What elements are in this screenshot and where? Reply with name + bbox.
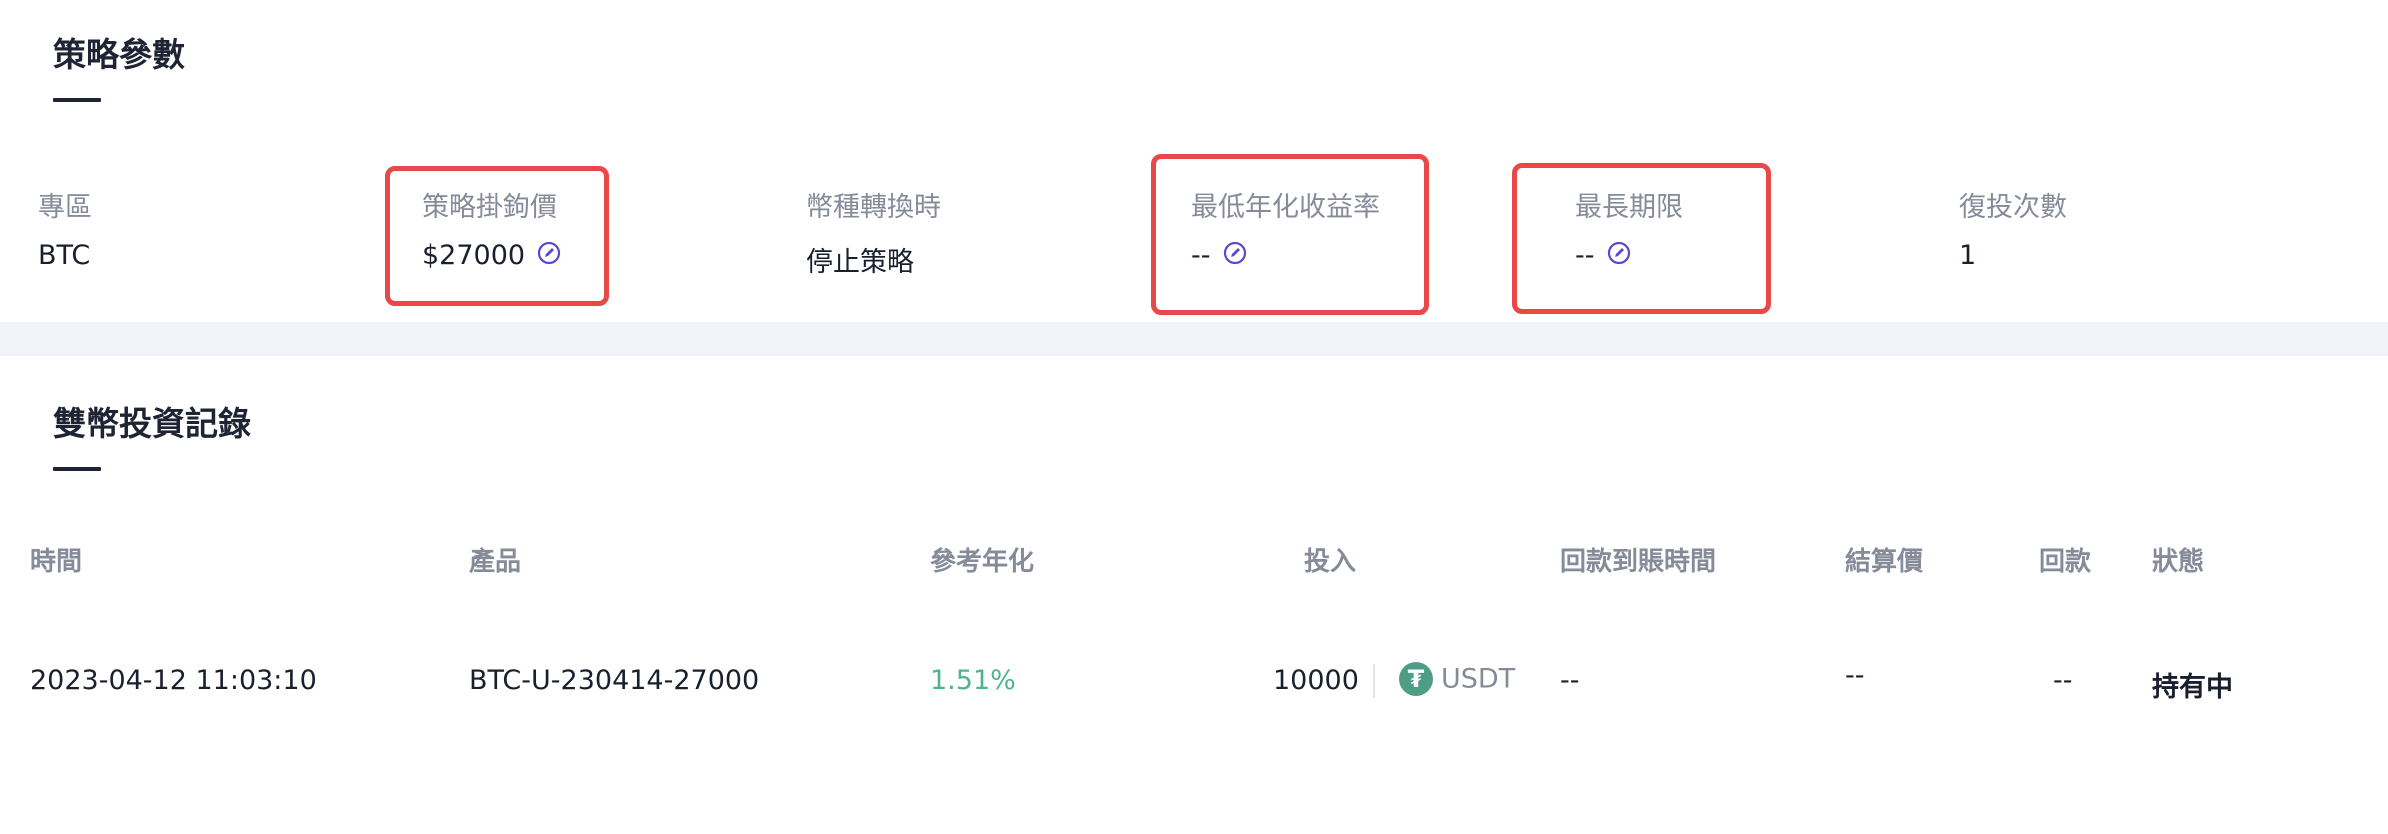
cell-settlement-price: --	[1845, 660, 1865, 691]
records-title: 雙幣投資記錄	[53, 404, 251, 443]
cell-payout-time: --	[1560, 665, 1580, 696]
param-reinvest-count-label: 復投次數	[1959, 192, 2067, 223]
param-max-term-row: --	[1575, 240, 1631, 272]
strategy-params-title: 策略參數	[53, 35, 185, 74]
highlight-box-min-apy	[1151, 154, 1429, 315]
section-divider	[0, 322, 2388, 356]
param-max-term-value: --	[1575, 240, 1595, 271]
param-min-apy-label: 最低年化收益率	[1191, 192, 1380, 223]
col-header-time: 時間	[30, 547, 83, 577]
col-header-payout: 回款	[2039, 547, 2092, 577]
strategy-params-title-underline	[53, 98, 101, 102]
param-hook-price-value: $27000	[422, 240, 526, 271]
param-zone-label: 專區	[38, 192, 92, 223]
edit-pencil-icon[interactable]	[537, 241, 561, 272]
cell-annualized: 1.51%	[930, 665, 1016, 696]
invest-separator	[1373, 664, 1375, 698]
col-header-product: 產品	[469, 547, 522, 577]
param-reinvest-count-value: 1	[1959, 240, 1977, 271]
col-header-annualized: 參考年化	[930, 547, 1035, 577]
param-coin-switch-label: 幣種轉換時	[806, 192, 941, 223]
param-zone-value: BTC	[38, 240, 91, 271]
param-hook-price-row: $27000	[422, 240, 561, 272]
cell-invest-currency: ₮ USDT	[1399, 662, 1515, 696]
edit-pencil-icon[interactable]	[1607, 241, 1631, 272]
col-header-invest: 投入	[1304, 547, 1357, 577]
status-badge: 持有中	[2152, 672, 2233, 703]
col-header-settlement-price: 結算價	[1845, 547, 1924, 577]
tether-icon: ₮	[1399, 662, 1433, 696]
col-header-status: 狀態	[2152, 547, 2205, 577]
invest-currency-label: USDT	[1441, 663, 1516, 695]
param-min-apy-value: --	[1191, 240, 1211, 271]
param-hook-price-label: 策略掛鉤價	[422, 192, 557, 223]
edit-pencil-icon[interactable]	[1223, 241, 1247, 272]
param-min-apy-row: --	[1191, 240, 1247, 272]
cell-invest-amount: 10000	[1273, 665, 1359, 696]
cell-product: BTC-U-230414-27000	[469, 665, 760, 696]
param-coin-switch-value: 停止策略	[806, 247, 914, 278]
cell-time: 2023-04-12 11:03:10	[30, 665, 317, 696]
col-header-payout-time: 回款到賬時間	[1560, 547, 1717, 577]
records-title-underline	[53, 467, 101, 471]
cell-payout: --	[2053, 665, 2073, 696]
param-max-term-label: 最長期限	[1575, 192, 1683, 223]
